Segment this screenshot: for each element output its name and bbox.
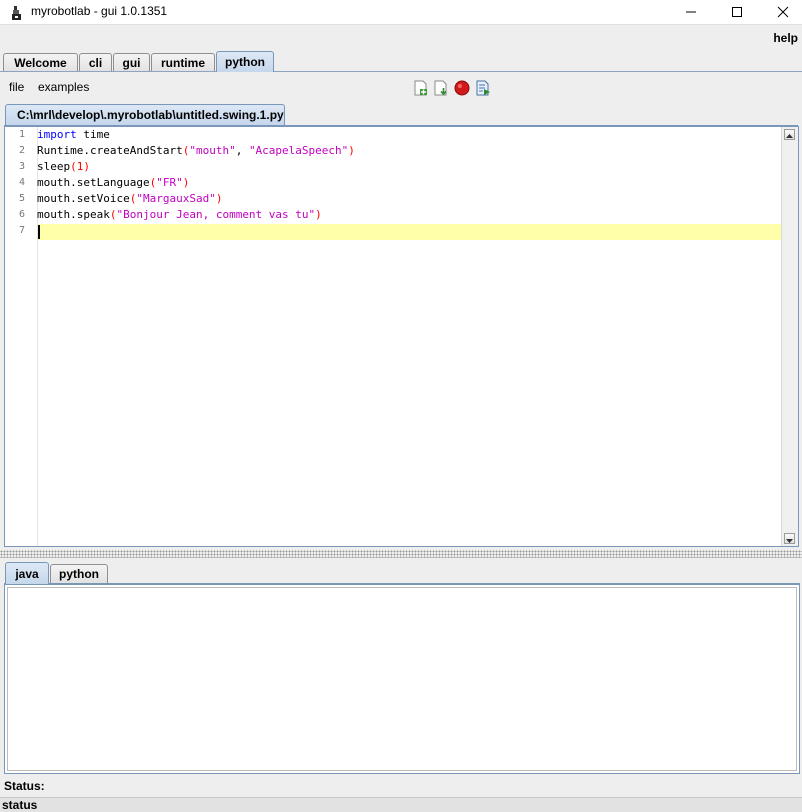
split-pane-divider[interactable]: [0, 550, 802, 558]
current-line-highlight: [38, 224, 782, 240]
open-script-icon[interactable]: [433, 80, 449, 96]
code-line: mouth.setVoice("MargauxSad"): [37, 192, 223, 205]
tab-runtime[interactable]: runtime: [151, 53, 215, 71]
tab-python-output[interactable]: python: [50, 564, 108, 583]
status-text: status: [2, 798, 38, 812]
close-button[interactable]: [760, 0, 802, 24]
code-line: mouth.speak("Bonjour Jean, comment vas t…: [37, 208, 322, 221]
help-bar: help: [0, 24, 802, 52]
close-icon: [777, 6, 789, 18]
output-console-inner: [7, 587, 797, 771]
scroll-down-arrow[interactable]: [784, 533, 795, 544]
file-tab-untitled[interactable]: C:\mrl\develop\.myrobotlab\untitled.swin…: [5, 104, 285, 125]
line-number: 6: [18, 209, 25, 220]
line-number: 3: [18, 161, 25, 172]
minimize-button[interactable]: [668, 0, 714, 24]
line-number: 1: [18, 129, 25, 140]
text-caret: [38, 225, 40, 239]
minimize-icon: [686, 11, 696, 13]
line-number: 2: [18, 145, 25, 156]
stop-icon[interactable]: [454, 80, 470, 96]
app-icon: [12, 6, 21, 20]
examples-menu[interactable]: examples: [38, 80, 89, 94]
help-menu[interactable]: help: [773, 31, 798, 45]
main-tabs: Welcome cli gui runtime python: [0, 51, 802, 72]
scroll-up-arrow[interactable]: [784, 129, 795, 140]
maximize-button[interactable]: [714, 0, 760, 24]
editor-scrollbar[interactable]: [781, 127, 798, 546]
code-line: Runtime.createAndStart("mouth", "Acapela…: [37, 144, 355, 157]
tab-cli[interactable]: cli: [79, 53, 112, 71]
code-line: import time: [37, 128, 110, 141]
editor-file-tabs: C:\mrl\develop\.myrobotlab\untitled.swin…: [0, 102, 802, 126]
tab-welcome[interactable]: Welcome: [3, 53, 78, 71]
line-number: 4: [18, 177, 25, 188]
window-title: myrobotlab - gui 1.0.1351: [31, 4, 168, 18]
execute-icon[interactable]: [475, 80, 491, 96]
status-label: Status:: [4, 779, 45, 793]
line-number: 5: [18, 193, 25, 204]
code-line: sleep(1): [37, 160, 90, 173]
output-tabs: java python: [0, 562, 802, 584]
output-console[interactable]: [4, 584, 800, 774]
line-number-gutter: 1 2 3 4 5 6 7: [5, 127, 38, 546]
file-menu[interactable]: file: [9, 80, 24, 94]
code-editor[interactable]: 1 2 3 4 5 6 7 import time Runtime.create…: [4, 126, 799, 547]
tab-gui[interactable]: gui: [113, 53, 150, 71]
tab-python[interactable]: python: [216, 51, 274, 72]
menu-bar: file examples: [0, 72, 802, 102]
title-bar: myrobotlab - gui 1.0.1351: [0, 0, 802, 24]
line-number: 7: [18, 225, 25, 236]
arrow-down-icon: [786, 539, 793, 543]
tab-java-output[interactable]: java: [5, 562, 49, 584]
new-script-icon[interactable]: [413, 80, 429, 96]
maximize-icon: [732, 7, 742, 17]
code-line: mouth.setLanguage("FR"): [37, 176, 190, 189]
status-bar: status: [0, 797, 802, 812]
arrow-up-icon: [786, 134, 793, 138]
